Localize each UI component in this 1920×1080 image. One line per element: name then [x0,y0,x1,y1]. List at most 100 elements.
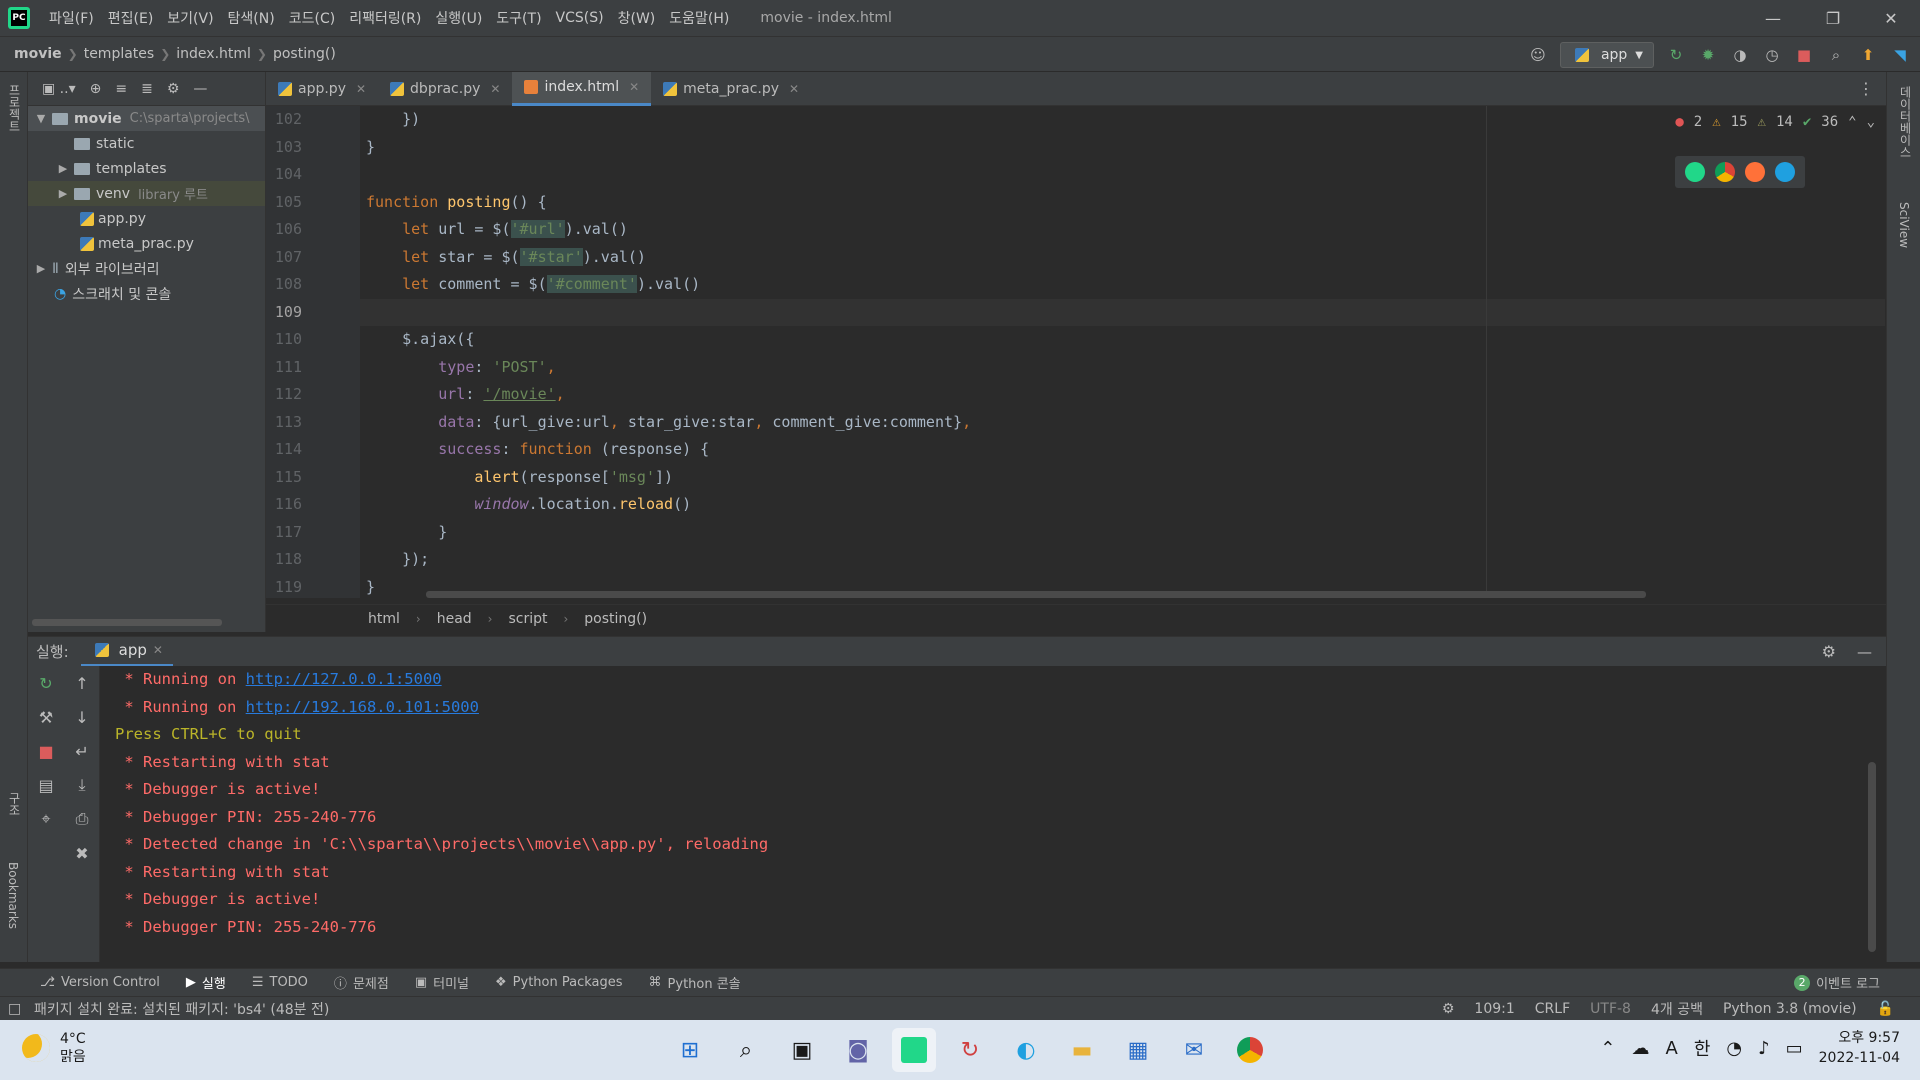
font-icon[interactable]: A [1666,1038,1678,1059]
tab-meta-prac-py[interactable]: meta_prac.py ✕ [651,72,811,106]
minimize-icon[interactable]: — [1744,0,1802,36]
close-icon[interactable]: ✕ [153,643,163,657]
tool-tab-python-packages[interactable]: ❖ Python Packages [495,975,623,990]
file-encoding[interactable]: UTF-8 [1590,1001,1631,1017]
tree-item-venv[interactable]: ▶ venv library 루트 [28,181,265,206]
battery-icon[interactable]: ▭ [1786,1038,1803,1059]
gear-icon[interactable]: ⚙ [167,81,180,97]
scroll-to-end-icon[interactable]: ⤓ [64,768,100,802]
stop-icon[interactable]: ■ [1794,45,1814,65]
git-sync-icon[interactable]: ⚙ [1442,1001,1455,1017]
tree-item-templates[interactable]: ▶ templates [28,156,265,181]
inspection-widget[interactable]: ● 2 ⚠ 15 ⚠ 14 ✔ 36 ⌃ ⌄ [1675,114,1875,130]
weather-widget[interactable]: 4°C 맑음 [22,1030,86,1066]
breadcrumb-posting[interactable]: posting() [584,611,647,627]
tree-item-root[interactable]: ▼ movie C:\sparta\projects\ [28,106,265,131]
profile-icon[interactable]: ◷ [1762,45,1782,65]
arrow-up-icon[interactable]: ↑ [64,666,100,700]
database-tool-label[interactable]: 데이터베이스 [1897,86,1914,158]
rerun-icon[interactable]: ↻ [28,666,64,700]
coverage-icon[interactable]: ◑ [1730,45,1750,65]
expand-all-icon[interactable]: ≡ [115,81,127,97]
gear-icon[interactable]: ⚙ [1822,642,1836,661]
close-icon[interactable]: ✕ [490,82,500,96]
task-view-icon[interactable]: ▣ [780,1028,824,1072]
line-separator[interactable]: CRLF [1535,1001,1570,1017]
tree-item-meta-prac-py[interactable]: meta_prac.py [28,231,265,256]
run-console[interactable]: * Running on http://127.0.0.1:5000 * Run… [100,666,1886,962]
windows-start-icon[interactable]: ⊞ [668,1028,712,1072]
console-link[interactable]: http://192.168.0.101:5000 [246,698,479,716]
tool-tab-terminal[interactable]: ▣ 터미널 [415,973,469,992]
tool-tab-version-control[interactable]: ⎇ Version Control [40,975,160,990]
breadcrumb-folder[interactable]: templates [84,46,155,62]
tree-item-app-py[interactable]: app.py [28,206,265,231]
close-icon[interactable]: ✕ [789,82,799,96]
menu-code[interactable]: 코드(C) [282,8,342,28]
menu-window[interactable]: 창(W) [611,8,663,28]
chrome-icon[interactable] [1715,162,1735,182]
tool-tab-problems[interactable]: ⓘ 문제점 [334,973,389,992]
search-icon[interactable]: ⌕ [724,1028,768,1072]
project-tool-label[interactable]: 프로젝트 [6,84,23,132]
firefox-icon[interactable] [1745,162,1765,182]
volume-icon[interactable]: ♪ [1758,1038,1770,1059]
wrench-icon[interactable]: ⚒ [28,700,64,734]
mail-icon[interactable]: ✉ [1172,1028,1216,1072]
breadcrumb-html[interactable]: html [368,611,400,627]
store-icon[interactable]: ▦ [1116,1028,1160,1072]
breadcrumb-function[interactable]: posting() [273,46,336,62]
breadcrumb-file[interactable]: index.html [176,46,251,62]
arrow-down-icon[interactable]: ↓ [64,700,100,734]
menu-view[interactable]: 보기(V) [160,8,220,28]
indent-setting[interactable]: 4개 공백 [1651,999,1703,1019]
code-editor[interactable]: }) } function posting() { let url = $('#… [360,106,1885,598]
run-tab-app[interactable]: app ✕ [80,637,173,667]
user-icon[interactable]: ☺ [1528,45,1548,65]
tool-tab-todo[interactable]: ☰ TODO [252,975,308,990]
hide-icon[interactable]: — [193,81,207,97]
restore-icon[interactable]: ❐ [1804,0,1862,36]
search-icon[interactable]: ⌕ [1826,45,1846,65]
project-hscroll[interactable] [32,619,222,626]
edge-icon[interactable]: ◐ [1004,1028,1048,1072]
update-icon[interactable]: ⬆ [1858,45,1878,65]
file-explorer-icon[interactable]: ▬ [1060,1028,1104,1072]
layout-icon[interactable]: ▤ [28,768,64,802]
wifi-icon[interactable]: ◔ [1726,1038,1742,1059]
close-icon[interactable]: ✕ [356,82,366,96]
menu-help[interactable]: 도움말(H) [662,8,736,28]
clock[interactable]: 오후 9:57 2022-11-04 [1819,1028,1900,1068]
sciview-tool-label[interactable]: SciView [1897,202,1911,248]
edge-icon[interactable] [1775,162,1795,182]
trash-icon[interactable]: ✖ [64,836,100,870]
soft-wrap-icon[interactable]: ↵ [64,734,100,768]
stop-icon[interactable]: ■ [28,734,64,768]
chat-icon[interactable]: ◙ [836,1028,880,1072]
tool-tab-python-console[interactable]: ⌘ Python 콘솔 [649,973,741,992]
structure-tool-label[interactable]: 구조 [6,792,23,816]
menu-refactor[interactable]: 리팩터링(R) [342,8,428,28]
caret-position[interactable]: 109:1 [1474,1001,1514,1017]
close-icon[interactable]: ✕ [1862,0,1920,36]
tree-item-external-libs[interactable]: ▶ Ⅱ 외부 라이브러리 [28,256,265,281]
plugin-icon[interactable]: ◥ [1890,45,1910,65]
tree-item-static[interactable]: static [28,131,265,156]
pycharm-taskbar-icon[interactable] [892,1028,936,1072]
pin-icon[interactable]: ⌖ [28,802,64,836]
project-view-select[interactable]: ▣ ..▾ [42,81,76,97]
ime-indicator[interactable]: 한 [1694,1035,1711,1061]
console-link[interactable]: http://127.0.0.1:5000 [246,670,442,688]
console-vscroll[interactable] [1868,762,1876,952]
hide-icon[interactable]: — [1857,643,1872,661]
network-error-icon[interactable]: ☁ [1632,1038,1650,1059]
tree-item-scratches[interactable]: ◔ 스크래치 및 콘솔 [28,281,265,306]
status-toggle-icon[interactable]: □ [8,1001,21,1017]
more-tabs-icon[interactable]: ⋮ [1858,79,1874,98]
chevron-up-icon[interactable]: ⌃ [1600,1038,1615,1059]
chevron-up-icon[interactable]: ⌃ [1848,114,1856,130]
menu-vcs[interactable]: VCS(S) [549,10,611,26]
sync-app-icon[interactable]: ↻ [948,1028,992,1072]
run-config-select[interactable]: app ▼ [1559,42,1654,68]
tool-tab-run[interactable]: ▶ 실행 [186,973,226,992]
